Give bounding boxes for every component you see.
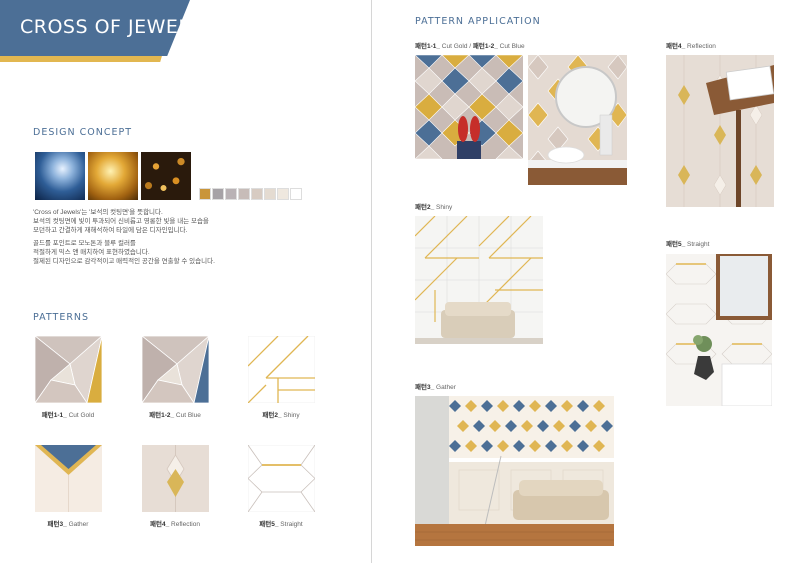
pattern-application-heading: PATTERN APPLICATION [415,16,541,27]
concept-line: 적절하게 믹스 앤 매치하여 표현하였습니다. [33,249,150,256]
color-palette [199,188,303,200]
page-title: CROSS OF JEWELS [20,16,203,38]
pattern-label: Shiny [283,412,300,419]
color-swatch [212,188,224,200]
application-caption-gather: 패턴3_ Gather [415,381,456,391]
color-swatch [290,188,302,200]
color-swatch [251,188,263,200]
gold-gem-photo [88,152,138,200]
gold-beads-photo [141,152,191,200]
pattern-label: Cut Gold / [441,43,473,50]
cut-pattern-floor-photo [415,55,523,159]
pattern-caption: 패턴1-2_ Cut Blue [130,409,220,419]
pattern-tile-straight [248,445,315,512]
pattern-label: Straight [280,521,303,528]
pattern-tile-reflection [142,445,209,512]
pattern-number: 패턴4_ [666,43,686,50]
pattern-caption: 패턴3_ Gather [23,518,113,528]
pattern-number: 패턴3_ [415,384,435,391]
application-caption-shiny: 패턴2_ Shiny [415,201,452,211]
concept-line: 골드를 포인트로 모노톤과 블루 컬러를 [33,240,136,247]
application-caption-reflection: 패턴4_ Reflection [666,40,716,50]
pattern-number: 패턴5_ [259,521,279,528]
brochure-spread: CROSS OF JEWELS DESIGN CONCEPT 'Cross of… [0,0,794,563]
pattern-caption: 패턴2_ Shiny [236,409,326,419]
pattern-tile-cut-gold [35,336,102,403]
pattern-label: Cut Blue [499,43,525,50]
concept-line: 모던하고 간결하게 재해석하여 타일에 담은 디자인입니다. [33,227,188,234]
pattern-label: Straight [687,241,710,248]
pattern-label: Shiny [436,204,453,211]
pattern-number: 패턴3_ [47,521,67,528]
pattern-caption: 패턴4_ Reflection [130,518,220,528]
patterns-heading: PATTERNS [33,312,90,323]
pattern-number: 패턴1-1_ [41,412,67,419]
pattern-number: 패턴1-2_ [149,412,175,419]
color-swatch [225,188,237,200]
application-caption-straight: 패턴5_ Straight [666,238,709,248]
pattern-number: 패턴1-2_ [472,43,498,50]
concept-line: 절제된 디자인으로 감각적이고 매력적인 공간을 연출할 수 있습니다. [33,258,215,265]
pattern-label: Gather [68,521,89,528]
cut-pattern-bathroom-photo [528,55,627,185]
pattern-label: Cut Blue [175,412,201,419]
concept-line: 'Cross of Jewels'는 '보석의 컷팅면'을 뜻합니다. [33,209,163,216]
concept-paragraph-1: 'Cross of Jewels'는 '보석의 컷팅면'을 뜻합니다. 보석의 … [33,208,273,235]
pattern-label: Cut Gold [68,412,95,419]
pattern-label: Reflection [687,43,716,50]
color-swatch [264,188,276,200]
concept-paragraph-2: 골드를 포인트로 모노톤과 블루 컬러를 적절하게 믹스 앤 매치하여 표현하였… [33,239,273,266]
reflection-pattern-photo [666,55,774,207]
straight-pattern-photo [666,254,772,406]
pattern-label: Reflection [171,521,200,528]
pattern-number: 패턴5_ [666,241,686,248]
color-swatch [199,188,211,200]
pattern-label: Gather [436,384,456,391]
gather-pattern-photo [415,396,614,546]
pattern-tile-shiny [248,336,315,403]
pattern-number: 패턴4_ [150,521,170,528]
pattern-number: 패턴2_ [262,412,282,419]
pattern-number: 패턴2_ [415,204,435,211]
color-swatch [238,188,250,200]
pattern-caption: 패턴5_ Straight [236,518,326,528]
concept-description: 'Cross of Jewels'는 '보석의 컷팅면'을 뜻합니다. 보석의 … [33,208,273,270]
shiny-pattern-photo [415,216,543,344]
color-swatch [277,188,289,200]
pattern-caption: 패턴1-1_ Cut Gold [23,409,113,419]
design-concept-heading: DESIGN CONCEPT [33,127,133,138]
application-caption-cut: 패턴1-1_ Cut Gold / 패턴1-2_ Cut Blue [415,40,525,50]
page-fold-divider [371,0,372,563]
concept-line: 보석의 컷팅면에 빛이 투과되어 신비롭고 영롱한 빛을 내는 모습을 [33,218,209,225]
pattern-number: 패턴1-1_ [415,43,440,50]
pattern-tile-gather [35,445,102,512]
pattern-tile-cut-blue [142,336,209,403]
blue-diamond-photo [35,152,85,200]
